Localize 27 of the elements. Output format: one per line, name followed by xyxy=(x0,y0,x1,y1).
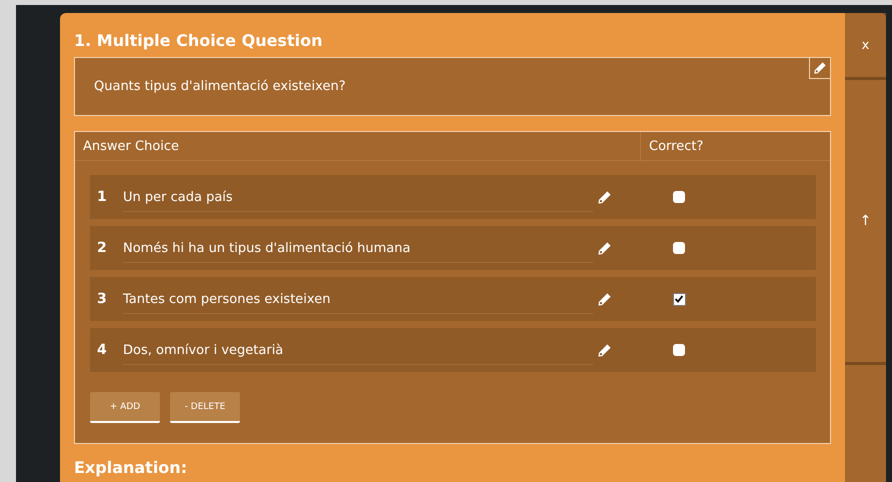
move-up-button[interactable]: ↑ xyxy=(845,80,886,362)
edit-button[interactable] xyxy=(809,57,831,79)
answer-field[interactable]: Tantes com persones existeixen xyxy=(123,284,593,314)
question-title: 1. Multiple Choice Question xyxy=(74,31,324,52)
answer-field[interactable]: Dos, omnívor i vegetarià xyxy=(123,335,593,365)
section-heading: Explanation: xyxy=(74,458,188,477)
column-header: Correct? xyxy=(648,138,704,156)
column-header: Answer Choice xyxy=(75,132,641,160)
answer-number: 4 xyxy=(97,342,108,358)
question-field[interactable]: Quants tipus d'alimentació existeixen? xyxy=(74,57,831,116)
pencil-icon[interactable] xyxy=(597,292,612,306)
action-button[interactable]: - DELETE xyxy=(170,392,240,423)
answer-number: 3 xyxy=(97,291,108,307)
close-button[interactable]: x xyxy=(845,13,886,77)
checkbox[interactable] xyxy=(673,344,685,356)
answer-field[interactable]: Un per cada país xyxy=(123,182,593,212)
answer-number: 2 xyxy=(97,240,108,256)
pencil-icon[interactable] xyxy=(597,240,612,256)
checkbox[interactable] xyxy=(673,191,685,203)
pencil-icon[interactable] xyxy=(597,190,612,204)
checkbox[interactable] xyxy=(673,242,685,254)
answer-field[interactable]: Només hi ha un tipus d'alimentació humana xyxy=(123,233,593,263)
pencil-icon[interactable] xyxy=(813,61,827,75)
checkbox[interactable] xyxy=(672,292,686,306)
action-button[interactable]: + ADD xyxy=(90,392,160,423)
answer-number: 1 xyxy=(97,189,108,205)
pencil-icon[interactable] xyxy=(597,342,612,358)
